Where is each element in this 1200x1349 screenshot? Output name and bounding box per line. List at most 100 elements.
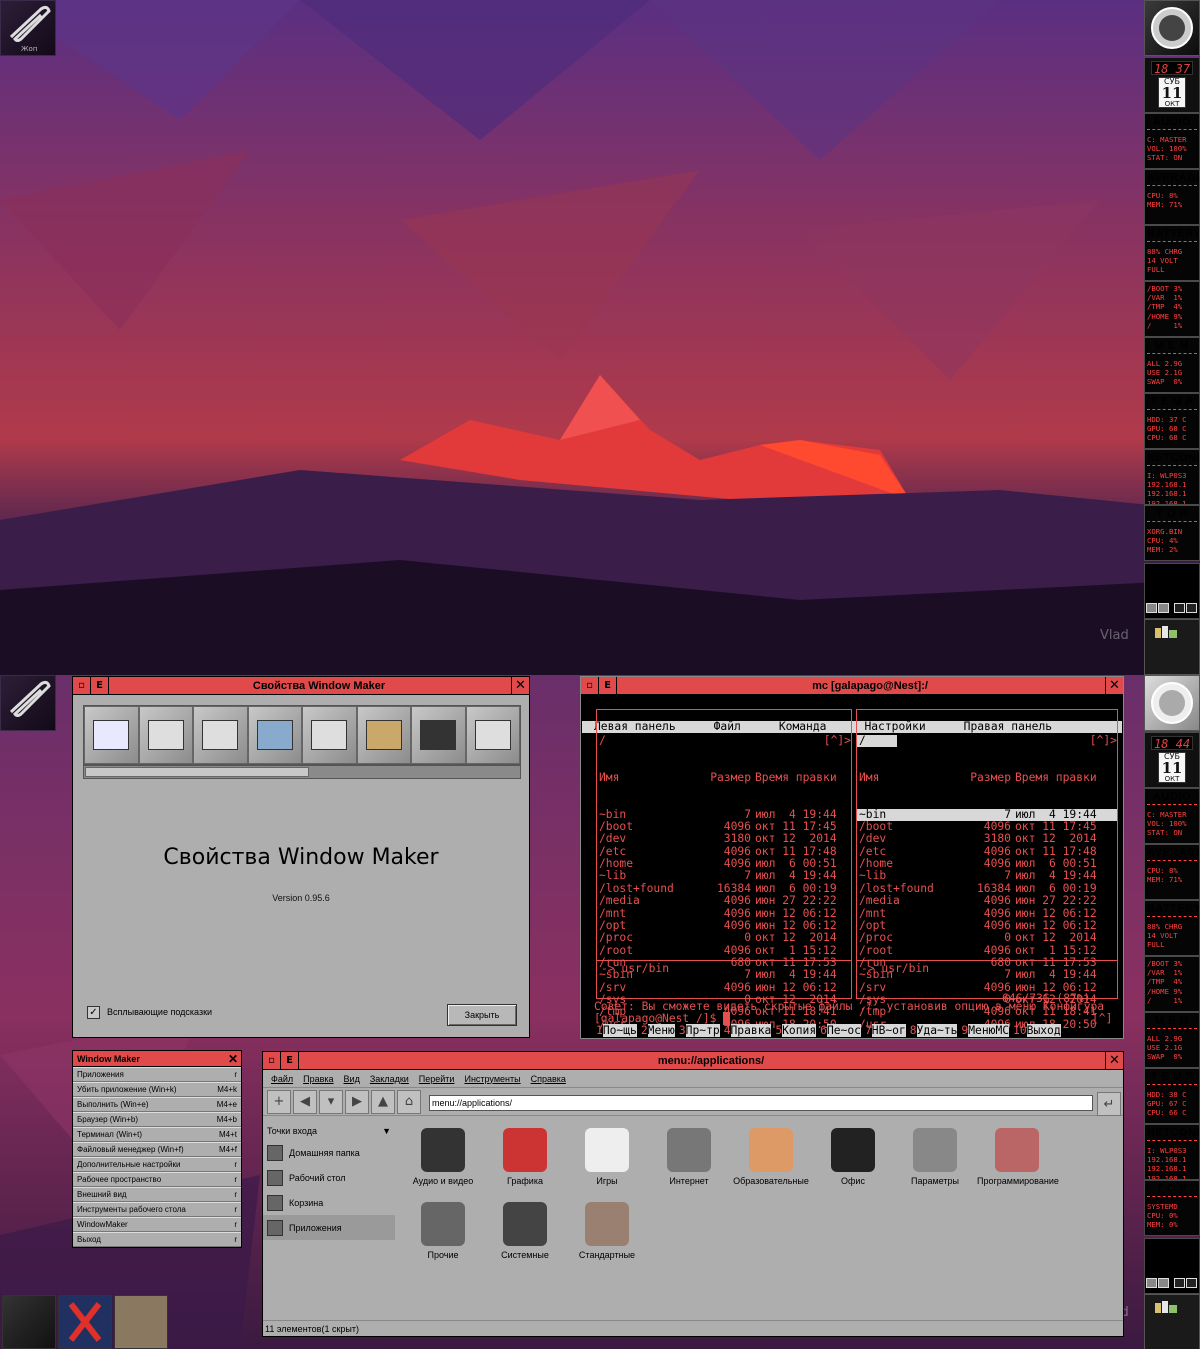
fkey-button[interactable]: 1По~щь — [596, 1024, 641, 1037]
fkey-button[interactable]: 3Пр~тр — [679, 1024, 724, 1037]
workspace-prefs-icon[interactable] — [411, 706, 466, 764]
dock-monitor[interactable]: M E M ALL 2.9G USE 2.1G SWAP 0% — [1144, 337, 1200, 393]
fm-menu-go[interactable]: Перейти — [419, 1074, 455, 1084]
fkey-button[interactable]: 2Меню — [641, 1024, 679, 1037]
chevron-down-icon[interactable]: ▼ — [382, 1126, 391, 1136]
window-placement-prefs-icon[interactable] — [138, 706, 193, 764]
dock-clock-2[interactable]: 18 44 СУБ 11 ОКТ — [1144, 732, 1200, 788]
wm-menu-item[interactable]: Внешний вид r — [73, 1187, 241, 1202]
col-size[interactable]: Размер — [701, 771, 753, 784]
dock-monitor[interactable]: M E M ALL 2.9G USE 2.1G SWAP 0% — [1144, 1012, 1200, 1068]
dock-monitor[interactable]: T O P SYSTEMD CPU: 0% MEM: 0% — [1144, 1180, 1200, 1236]
paperclip-icon-2[interactable] — [0, 675, 56, 731]
x-launcher-icon[interactable] — [58, 1295, 112, 1349]
mc-file-row[interactable]: ~lib 7 июл 4 19:44 — [857, 870, 1117, 883]
dock-files-icon-2[interactable] — [1144, 1294, 1200, 1349]
wm-menu-item[interactable]: Выход r — [73, 1232, 241, 1247]
close-button[interactable]: Закрыть — [447, 1004, 517, 1026]
mc-file-row[interactable]: /media 4096 июн 27 22:22 — [597, 894, 851, 907]
app-category[interactable]: Прочие — [403, 1202, 483, 1260]
window-focus-prefs-icon[interactable] — [84, 706, 139, 764]
place-home[interactable]: Домашняя папка — [263, 1140, 395, 1165]
menu-prefs-icon[interactable] — [247, 706, 302, 764]
back-icon[interactable]: ◀ — [293, 1089, 317, 1114]
app-category[interactable]: Параметры — [895, 1128, 975, 1186]
fkey-button[interactable]: 5Копия — [775, 1024, 820, 1037]
dock-monitor[interactable]: AVERAGE CPU: 8% MEM: 71% — [1144, 169, 1200, 225]
icon-prefs-icon[interactable] — [302, 706, 357, 764]
dock-app-icon-2[interactable] — [1144, 675, 1200, 731]
tools-launcher-icon[interactable] — [2, 1295, 56, 1349]
app-category[interactable]: Игры — [567, 1128, 647, 1186]
places-header[interactable]: Точки входа ▼ — [263, 1122, 395, 1140]
col-time[interactable]: Время правки — [753, 771, 847, 784]
pager-ws-1[interactable] — [1146, 603, 1157, 613]
dock-monitor[interactable]: BATTERY 88% CHRG 14 VOLT FULL — [1144, 900, 1200, 956]
place-applications[interactable]: Приложения — [263, 1215, 395, 1240]
wm-menu-item[interactable]: Браузер (Win+b) M4+b — [73, 1112, 241, 1127]
fkey-button[interactable]: 4Правка — [724, 1024, 776, 1037]
wm-menu-item[interactable]: Убить приложение (Win+k) M4+k — [73, 1082, 241, 1097]
col-size-right[interactable]: Размер — [961, 771, 1013, 784]
wm-menu-item[interactable]: Терминал (Win+t) M4+t — [73, 1127, 241, 1142]
fkey-button[interactable]: 7НВ~ог — [865, 1024, 910, 1037]
app-category[interactable]: Офис — [813, 1128, 893, 1186]
place-desktop[interactable]: Рабочий стол — [263, 1165, 395, 1190]
pager-next-icon[interactable] — [1186, 603, 1197, 613]
wm-menu-item[interactable]: Приложения r — [73, 1067, 241, 1082]
scrollbar-thumb[interactable] — [85, 767, 309, 777]
app-category[interactable]: Системные — [485, 1202, 565, 1260]
dock-monitor[interactable]: NETCONF I: WLP0S3 192.168.1 192.168.1 192.16… — [1144, 449, 1200, 505]
mc-file-row[interactable]: /dev 3180 окт 12 2014 — [597, 833, 851, 846]
dock-clock[interactable]: 18 37 СУБ 11 ОКТ — [1144, 57, 1200, 113]
dock-monitor[interactable]: AUDIO C: MASTER VOL: 100% STAT: ON — [1144, 788, 1200, 844]
appearance-prefs-icon[interactable] — [356, 706, 411, 764]
mc-file-row[interactable]: /media 4096 июн 27 22:22 — [857, 894, 1117, 907]
up-icon[interactable]: ▲ — [371, 1089, 395, 1114]
dock-monitor[interactable]: /BOOT 3%/VAR 1%/TMP 4%/HOME 9%/ 1% — [1144, 281, 1200, 337]
pager-prev-icon[interactable] — [1174, 1278, 1185, 1288]
col-name[interactable]: Имя — [597, 772, 701, 784]
wmprefs-menu-button[interactable]: E — [91, 677, 109, 694]
dock-app-icon[interactable] — [1144, 0, 1200, 56]
forward-icon[interactable]: ▶ — [345, 1089, 369, 1114]
address-bar[interactable]: menu://applications/ — [429, 1095, 1093, 1111]
col-time-right[interactable]: Время правки — [1013, 771, 1107, 784]
place-trash[interactable]: Корзина — [263, 1190, 395, 1215]
mc-titlebar[interactable]: ▫ E mc [galapago@Nest]:/ ✕ — [581, 677, 1123, 695]
close-icon[interactable]: ✕ — [1105, 1052, 1123, 1069]
minimize-icon[interactable]: ▫ — [73, 677, 91, 694]
wm-menu-item[interactable]: Инструменты рабочего стола r — [73, 1202, 241, 1217]
dock-files-icon[interactable] — [1144, 619, 1200, 675]
tooltip-checkbox[interactable]: ✓ — [87, 1006, 100, 1019]
col-name-right[interactable]: Имя — [857, 772, 961, 784]
mc-file-row[interactable]: /mnt 4096 июн 12 06:12 — [597, 907, 851, 920]
wmprefs-titlebar[interactable]: ▫ E Свойства Window Maker ✕ — [73, 677, 529, 695]
minimize-icon[interactable]: ▫ — [581, 677, 599, 694]
minimize-icon[interactable]: ▫ — [263, 1052, 281, 1069]
close-icon[interactable]: ✕ — [228, 1051, 238, 1067]
mc-file-row[interactable]: /dev 3180 окт 12 2014 — [857, 833, 1117, 846]
mc-terminal[interactable]: Левая панель Файл Команда Настройки Прав… — [582, 696, 1122, 1037]
mc-file-row[interactable]: /mnt 4096 июн 12 06:12 — [857, 907, 1117, 920]
wm-menu-item[interactable]: Файловый менеджер (Win+f) M4+f — [73, 1142, 241, 1157]
fkey-button[interactable]: 10Выход — [1013, 1024, 1065, 1037]
app-category[interactable]: Стандартные — [567, 1202, 647, 1260]
wm-menu-item[interactable]: Дополнительные настройки r — [73, 1157, 241, 1172]
wm-menu-title[interactable]: Window Maker ✕ — [73, 1051, 241, 1067]
pager-prev-icon[interactable] — [1174, 603, 1185, 613]
app-category[interactable]: Графика — [485, 1128, 565, 1186]
home-icon[interactable]: ⌂ — [397, 1089, 421, 1114]
pager[interactable] — [1144, 563, 1200, 619]
pager-next-icon[interactable] — [1186, 1278, 1197, 1288]
mc-file-row[interactable]: /proc 0 окт 12 2014 — [597, 931, 851, 944]
fm-menu-file[interactable]: Файл — [271, 1074, 293, 1084]
fm-menu-help[interactable]: Справка — [531, 1074, 566, 1084]
mc-file-row[interactable]: ~lib 7 июл 4 19:44 — [597, 870, 851, 883]
fkey-button[interactable]: 6Пе~ос — [820, 1024, 865, 1037]
mc-file-row[interactable]: /proc 0 окт 12 2014 — [857, 931, 1117, 944]
fm-menu-bookmarks[interactable]: Закладки — [370, 1074, 409, 1084]
dock-monitor[interactable]: /BOOT 3%/VAR 1%/TMP 4%/HOME 9%/ 1% — [1144, 956, 1200, 1012]
dock-monitor[interactable]: AUDIO C: MASTER VOL: 100% STAT: ON — [1144, 113, 1200, 169]
fm-menu-tools[interactable]: Инструменты — [464, 1074, 520, 1084]
